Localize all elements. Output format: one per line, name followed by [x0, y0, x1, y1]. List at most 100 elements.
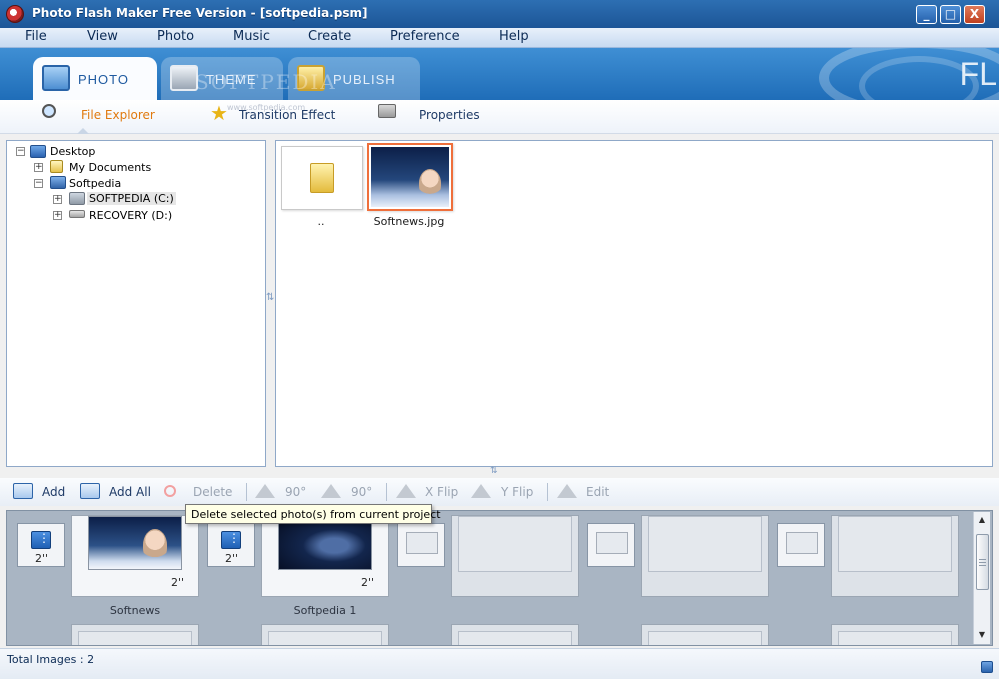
file-item-parent-folder[interactable] — [281, 146, 363, 210]
magnifier-icon — [42, 104, 62, 122]
storyboard[interactable]: 2'' 2'' Softnews 2'' 2'' Softpedia 1 — [6, 510, 993, 646]
rotate-right-button[interactable]: 90° — [351, 485, 372, 499]
tab-photo[interactable]: PHOTO — [33, 57, 157, 100]
slide-name: Softnews — [109, 604, 161, 617]
transition-duration: 2'' — [225, 552, 239, 565]
minimize-button[interactable]: _ — [916, 5, 937, 24]
slide-duration: 2'' — [170, 576, 184, 589]
scroll-down-icon[interactable]: ▼ — [977, 630, 987, 639]
tree-item-my-documents[interactable]: My Documents — [69, 161, 151, 174]
brand-logo-text: FL — [959, 56, 997, 92]
main-tab-strip: FL PHOTO THEME PUBLISH — [0, 48, 999, 100]
subtab-properties[interactable]: Properties — [419, 108, 480, 122]
transition-slot-empty[interactable] — [397, 523, 445, 567]
transition-slot[interactable]: 2'' — [207, 523, 255, 567]
tree-collapse-toggle[interactable]: − — [16, 147, 25, 156]
computer-icon — [50, 176, 66, 189]
file-label: Softnews.jpg — [373, 215, 445, 228]
slide-thumbnail — [278, 516, 372, 570]
subtab-file-explorer[interactable]: File Explorer — [81, 108, 155, 122]
watermark: SOFTPEDIA — [195, 70, 337, 94]
slide-slot-empty[interactable] — [451, 515, 579, 597]
tree-item-desktop[interactable]: Desktop — [50, 145, 95, 158]
photo-thumbnail — [371, 147, 449, 207]
close-button[interactable]: X — [964, 5, 985, 24]
menu-bar: File View Photo Music Create Preference … — [0, 28, 999, 48]
status-bar: Total Images : 2 — [0, 648, 999, 679]
tab-photo-label: PHOTO — [78, 72, 129, 87]
toolbar-separator — [386, 483, 387, 501]
slide-duration: 2'' — [360, 576, 374, 589]
delete-tooltip: Delete selected photo(s) from current pr… — [185, 504, 441, 524]
menu-photo[interactable]: Photo — [157, 29, 194, 44]
add-button[interactable]: Add — [42, 485, 65, 499]
scroll-thumb[interactable] — [976, 534, 989, 590]
add-all-button[interactable]: Add All — [109, 485, 151, 499]
random-transition-icon — [221, 531, 241, 549]
slide-slot-empty[interactable] — [261, 624, 389, 645]
window-title: Photo Flash Maker Free Version - [softpe… — [32, 6, 368, 20]
slide-thumbnail — [88, 516, 182, 570]
slide-slot[interactable]: 2'' — [71, 515, 199, 597]
x-flip-button[interactable]: X Flip — [425, 485, 458, 499]
menu-help[interactable]: Help — [499, 29, 529, 44]
documents-folder-icon — [50, 160, 63, 173]
y-flip-icon — [471, 484, 491, 498]
slide-slot[interactable]: 2'' — [261, 515, 389, 597]
slide-slot-empty[interactable] — [641, 515, 769, 597]
toolbar-separator — [246, 483, 247, 501]
menu-create[interactable]: Create — [308, 29, 351, 44]
vertical-splitter[interactable]: ⇅ — [266, 292, 274, 312]
x-flip-icon — [396, 484, 416, 498]
rotate-left-icon — [255, 484, 275, 498]
tree-item-softpedia[interactable]: Softpedia — [69, 177, 121, 190]
slide-slot-empty[interactable] — [451, 624, 579, 645]
delete-button[interactable]: Delete — [193, 485, 232, 499]
tree-expand-toggle[interactable]: + — [53, 195, 62, 204]
rotate-right-icon — [321, 484, 341, 498]
tree-expand-toggle[interactable]: + — [34, 163, 43, 172]
tab-publish-label: PUBLISH — [333, 72, 396, 87]
tree-item-drive-c[interactable]: SOFTPEDIA (C:) — [87, 192, 176, 205]
delete-icon — [164, 485, 176, 497]
maximize-button[interactable]: □ — [940, 5, 961, 24]
resize-grip-icon[interactable] — [981, 661, 993, 673]
total-images-status: Total Images : 2 — [7, 653, 95, 666]
transition-duration: 2'' — [35, 552, 49, 565]
printer-icon — [378, 104, 398, 122]
app-icon[interactable] — [6, 5, 24, 23]
file-view[interactable]: .. Softnews.jpg — [275, 140, 993, 467]
toolbar-separator — [547, 483, 548, 501]
folder-tree[interactable]: − Desktop + My Documents − Softpedia + S… — [6, 140, 266, 467]
slide-slot-empty[interactable] — [831, 624, 959, 645]
transition-slot-empty[interactable] — [587, 523, 635, 567]
scroll-up-icon[interactable]: ▲ — [977, 515, 987, 524]
menu-music[interactable]: Music — [233, 29, 270, 44]
folder-icon — [310, 163, 334, 193]
transition-slot[interactable]: 2'' — [17, 523, 65, 567]
title-bar: Photo Flash Maker Free Version - [softpe… — [0, 0, 999, 28]
drive-c-icon — [69, 192, 85, 205]
menu-preference[interactable]: Preference — [390, 29, 460, 44]
slide-slot-empty[interactable] — [831, 515, 959, 597]
watermark-url: www.softpedia.com — [227, 103, 306, 112]
tree-expand-toggle[interactable]: + — [53, 211, 62, 220]
file-item-softnews[interactable] — [367, 143, 453, 211]
menu-file[interactable]: File — [25, 29, 47, 44]
y-flip-button[interactable]: Y Flip — [501, 485, 533, 499]
menu-view[interactable]: View — [87, 29, 118, 44]
edit-icon — [557, 484, 577, 498]
tree-collapse-toggle[interactable]: − — [34, 179, 43, 188]
desktop-icon — [30, 145, 46, 158]
slide-slot-empty[interactable] — [641, 624, 769, 645]
add-all-icon — [80, 483, 100, 499]
slide-slot-empty[interactable] — [71, 624, 199, 645]
rotate-left-button[interactable]: 90° — [285, 485, 306, 499]
photo-tab-icon — [42, 65, 70, 91]
transition-slot-empty[interactable] — [777, 523, 825, 567]
horizontal-splitter[interactable]: ⇅ — [490, 466, 498, 476]
tree-item-drive-d[interactable]: RECOVERY (D:) — [89, 209, 172, 222]
edit-button[interactable]: Edit — [586, 485, 609, 499]
storyboard-scrollbar[interactable]: ▲ ▼ — [973, 512, 990, 644]
file-label: .. — [317, 215, 325, 228]
